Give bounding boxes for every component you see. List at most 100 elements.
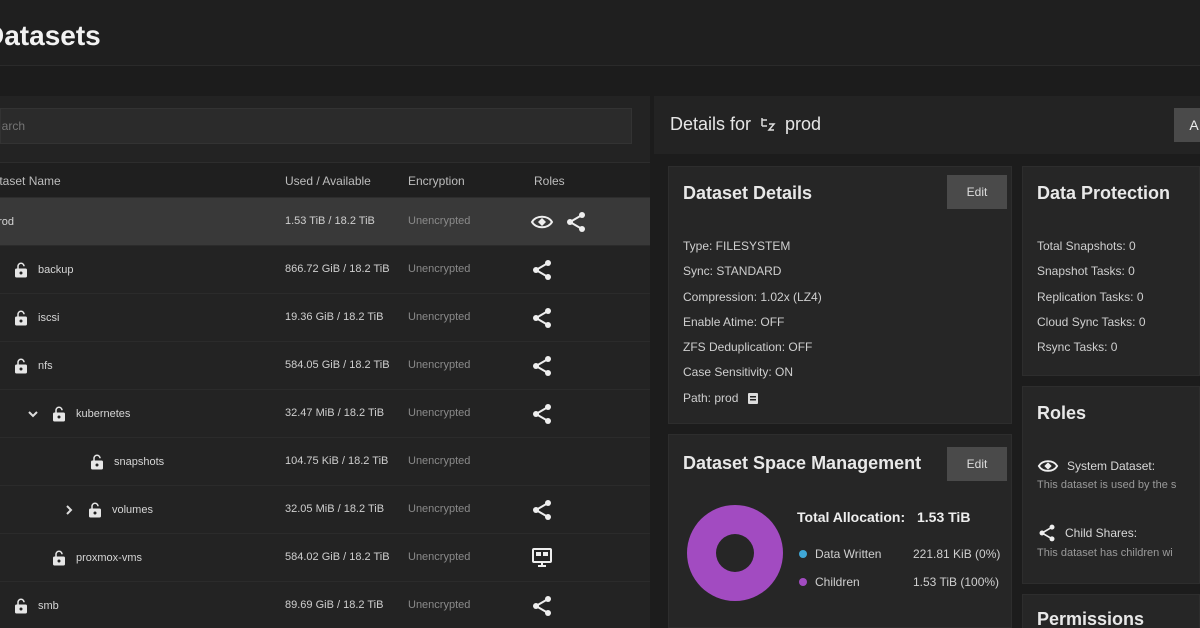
table-row[interactable]: nfs 584.05 GiB / 18.2 TiB Unencrypted [0,342,650,390]
search-input[interactable] [1,109,631,143]
dataset-label: nfs [38,360,53,372]
share-icon [533,260,551,280]
share-icon [533,404,551,424]
dataset-name: kubernetes [26,402,130,426]
table-row[interactable]: iscsi 19.36 GiB / 18.2 TiB Unencrypted [0,294,650,342]
roles-cell [530,498,554,522]
table-row[interactable]: prod 1.53 TiB / 18.2 TiB Unencrypted [0,198,650,246]
table-row[interactable]: backup 866.72 GiB / 18.2 TiB Unencrypted [0,246,650,294]
detail-path-row: Path: prod [683,391,760,405]
roles-cell [530,402,554,426]
lock-open-icon [15,310,27,326]
details-header: Details for prod A [654,96,1200,154]
dataset-name: smb [12,594,59,618]
dataset-label: snapshots [114,456,165,468]
legend-dot [799,578,807,586]
card-title: Permissions [1037,609,1145,628]
used-available: 32.05 MiB / 18.2 TiB [285,503,385,515]
dataset-name: backup [12,258,73,282]
add-dataset-button[interactable]: A [1174,108,1200,142]
total-allocation-value: 1.53 TiB [917,509,971,525]
detail-sync: Sync: STANDARD [683,264,782,278]
replication-tasks: Replication Tasks: 0 [1037,290,1144,304]
dataset-name: volumes [62,498,153,522]
detail-dedup: ZFS Deduplication: OFF [683,340,813,354]
role-label: Child Shares: [1065,526,1138,540]
detail-path: Path: prod [683,391,739,405]
allocation-donut-chart [687,505,783,601]
system-dataset-icon [1037,460,1059,472]
roles-cell [530,594,554,618]
lock-open-icon [15,598,27,614]
edit-details-button[interactable]: Edit [947,175,1007,209]
chevron-right-icon[interactable] [62,503,76,517]
vm-icon [532,548,552,567]
dataset-tree-panel: Dataset Name Used / Available Encryption… [0,96,650,628]
share-icon [533,308,551,328]
detail-type: Type: FILESYSTEM [683,239,791,253]
dataset-details-card: Dataset Details Edit Type: FILESYSTEM Sy… [668,166,1012,424]
table-row[interactable]: snapshots 104.75 KiB / 18.2 TiB Unencryp… [0,438,650,486]
edit-space-button[interactable]: Edit [947,447,1007,481]
legend-dot [799,550,807,558]
used-available: 1.53 TiB / 18.2 TiB [285,215,375,227]
roles-card: Roles System Dataset: This dataset is us… [1022,386,1200,584]
column-header-name[interactable]: Dataset Name [0,174,61,188]
lock-open-icon [15,262,27,278]
lock-open-icon [53,406,65,422]
lock-open-icon [89,502,101,518]
dataset-label: iscsi [38,312,60,324]
dataset-name: snapshots [88,450,164,474]
dataset-name: iscsi [12,306,59,330]
table-header: Dataset Name Used / Available Encryption… [0,162,650,198]
roles-cell [530,306,554,330]
legend-value: 1.53 TiB (100%) [913,575,1000,589]
table-row[interactable]: kubernetes 32.47 MiB / 18.2 TiB Unencryp… [0,390,650,438]
card-title: Data Protection [1037,183,1171,203]
snapshot-tasks: Snapshot Tasks: 0 [1037,264,1135,278]
total-allocation-label: Total Allocation: [797,509,906,525]
cloud-sync-tasks: Cloud Sync Tasks: 0 [1037,315,1146,329]
used-available: 584.05 GiB / 18.2 TiB [285,359,390,371]
dataset-label: backup [38,264,74,276]
encryption-status: Unencrypted [408,455,471,467]
share-icon [1039,524,1055,542]
lock-open-icon [53,550,65,566]
dataset-label: volumes [112,504,153,516]
rsync-tasks: Rsync Tasks: 0 [1037,340,1118,354]
encryption-status: Unencrypted [408,311,471,323]
column-header-used[interactable]: Used / Available [285,174,371,188]
dataset-name: proxmox-vms [50,546,142,570]
legend-label: Children [815,575,860,589]
total-allocation: Total Allocation: 1.53 TiB [797,509,970,525]
share-icon [533,356,551,376]
table-row[interactable]: volumes 32.05 MiB / 18.2 TiB Unencrypted [0,486,650,534]
share-icon [567,212,585,232]
column-header-roles[interactable]: Roles [534,174,565,188]
table-row[interactable]: smb 89.69 GiB / 18.2 TiB Unencrypted [0,582,650,628]
role-system-dataset: System Dataset: [1037,455,1155,477]
copy-icon[interactable] [746,391,760,405]
dataset-tree-icon [761,117,776,131]
column-header-encryption[interactable]: Encryption [408,174,465,188]
lock-open-icon [91,454,103,470]
table-row[interactable]: proxmox-vms 584.02 GiB / 18.2 TiB Unencr… [0,534,650,582]
encryption-status: Unencrypted [408,359,471,371]
used-available: 584.02 GiB / 18.2 TiB [285,551,390,563]
encryption-status: Unencrypted [408,599,471,611]
chevron-down-icon[interactable] [26,407,40,421]
legend-data-written: Data Written 221.81 KiB (0%) [799,547,1000,561]
details-for-label: Details for [670,114,752,134]
roles-cell [530,354,554,378]
role-description: This dataset has children wi [1037,547,1173,559]
dataset-label: proxmox-vms [76,552,143,564]
role-label: System Dataset: [1067,459,1156,473]
top-bar: Datasets [0,0,1200,66]
legend-children: Children 1.53 TiB (100%) [799,575,999,589]
detail-atime: Enable Atime: OFF [683,315,785,329]
permissions-card: Permissions [1022,594,1200,628]
share-icon [533,596,551,616]
search-bar[interactable] [0,108,632,144]
card-title: Dataset Space Management [683,453,922,473]
dataset-label: kubernetes [76,408,131,420]
